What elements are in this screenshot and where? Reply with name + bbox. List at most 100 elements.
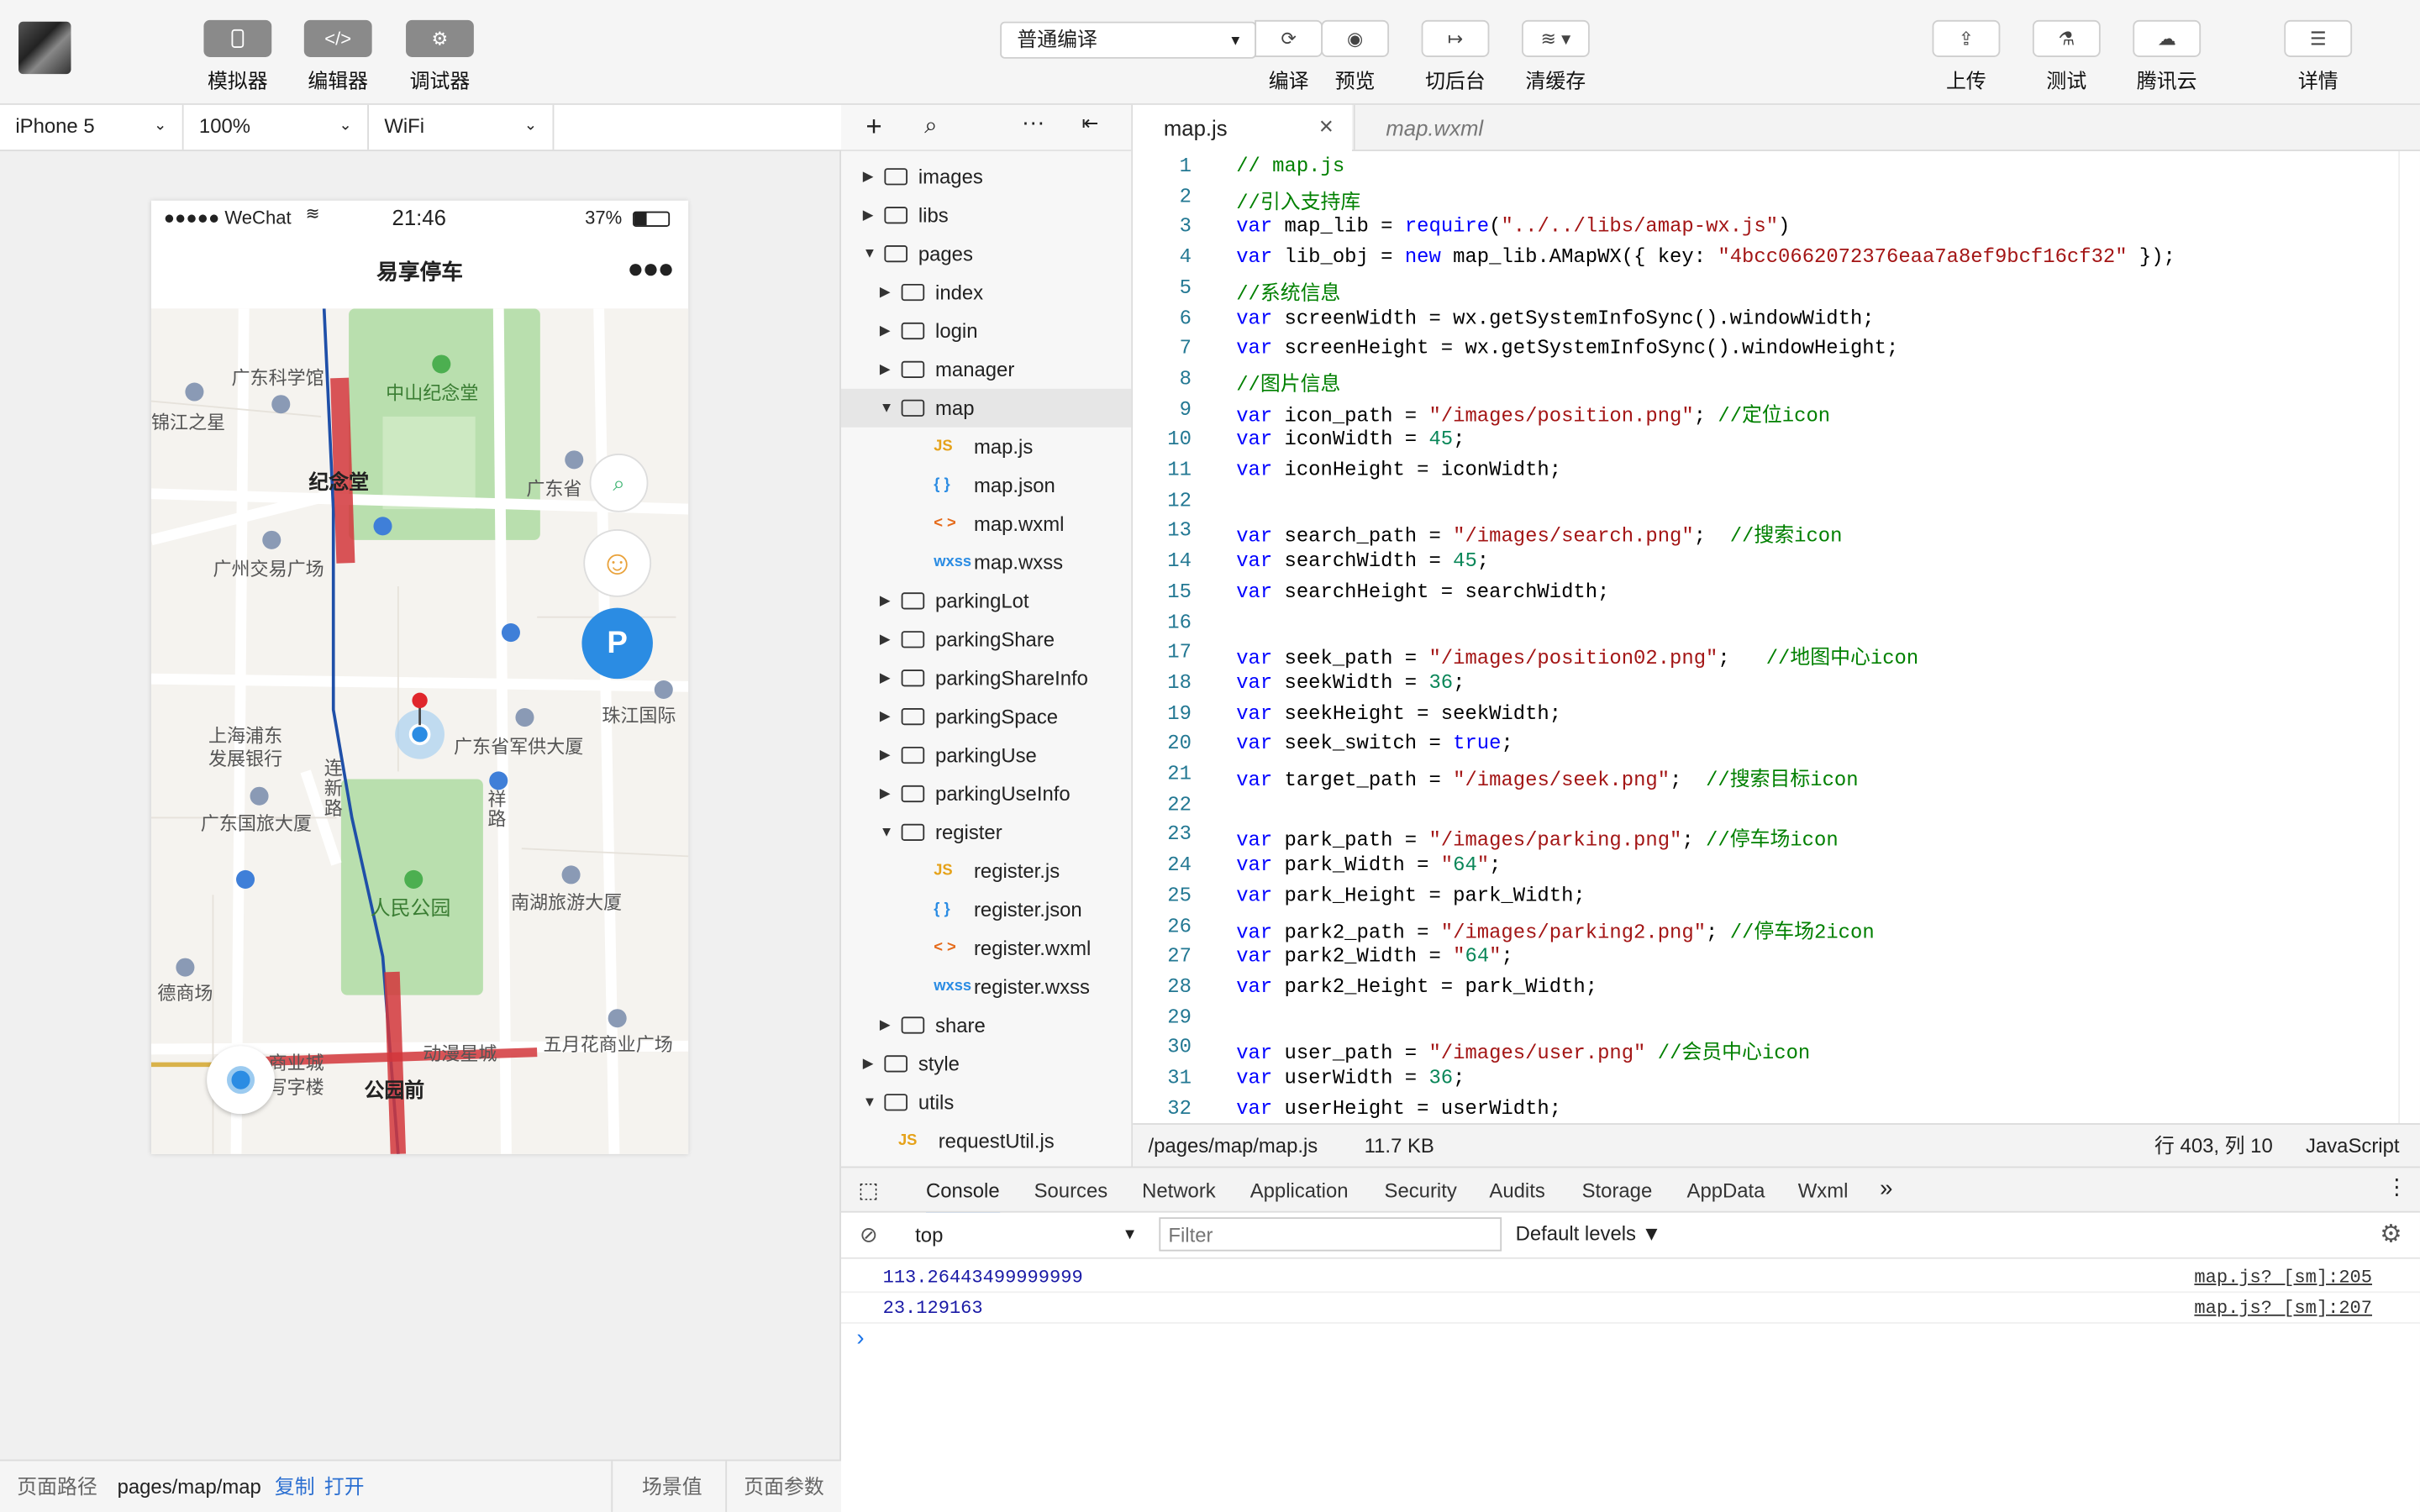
filter-input[interactable] xyxy=(1159,1217,1502,1252)
search-map-button[interactable]: ⌕ xyxy=(589,453,649,512)
collapse-icon[interactable]: ⇤ xyxy=(1082,111,1099,135)
tree-folder[interactable]: ▶ parkingShareInfo xyxy=(841,659,1131,697)
chevron-down-icon[interactable]: ▼ xyxy=(863,1083,876,1121)
more-menu-button[interactable]: ●●● xyxy=(627,253,674,286)
chevron-down-icon[interactable]: ▼ xyxy=(880,389,893,428)
parking-button[interactable]: P xyxy=(581,607,653,680)
kebab-menu-icon[interactable]: ⋮ xyxy=(2386,1174,2408,1200)
tree-file[interactable]: JS requestUtil.js xyxy=(841,1121,1131,1160)
test-button[interactable]: ⚗ 测试 xyxy=(2032,19,2101,94)
tree-folder[interactable]: ▶ index xyxy=(841,273,1131,312)
tree-file[interactable]: { } register.json xyxy=(841,890,1131,929)
copy-path-link[interactable]: 复制 xyxy=(275,1461,315,1512)
log-source-link[interactable]: map.js? [sm]:205 xyxy=(2194,1262,2372,1293)
device-select[interactable]: iPhone 5 ⌄ xyxy=(0,104,184,150)
close-icon[interactable]: × xyxy=(1319,105,1334,151)
language-mode[interactable]: JavaScript xyxy=(2306,1125,2399,1167)
simulator-button[interactable]: 模拟器 xyxy=(203,19,272,94)
chevron-right-icon[interactable]: ▶ xyxy=(880,620,891,659)
tree-folder[interactable]: ▶ parkingShare xyxy=(841,620,1131,659)
chevron-right-icon[interactable]: ▶ xyxy=(880,736,891,774)
tab-console[interactable]: Console xyxy=(926,1168,1000,1216)
chevron-down-icon[interactable]: ▼ xyxy=(863,234,876,273)
tree-file[interactable]: < > map.wxml xyxy=(841,505,1131,543)
gear-icon[interactable]: ⚙ xyxy=(2380,1219,2402,1250)
tree-file[interactable]: < > register.wxml xyxy=(841,929,1131,968)
editor-scrollbar[interactable] xyxy=(2398,150,2420,1124)
chevron-right-icon[interactable]: ▶ xyxy=(880,659,891,697)
tab-appdata[interactable]: AppData xyxy=(1687,1168,1765,1212)
tree-folder[interactable]: ▶ parkingLot xyxy=(841,581,1131,620)
scene-value-button[interactable]: 场景值 xyxy=(611,1461,731,1512)
tree-folder[interactable]: ▼ register xyxy=(841,813,1131,852)
editor-button[interactable]: </> 编辑器 xyxy=(303,19,372,94)
compile-mode-select[interactable]: 普通编译 ▼ xyxy=(1000,21,1257,59)
tree-folder[interactable]: ▶ parkingUseInfo xyxy=(841,774,1131,813)
chevron-right-icon[interactable]: ▶ xyxy=(863,157,874,196)
upload-button[interactable]: ⇪ 上传 xyxy=(1932,19,2001,94)
map-view[interactable]: 广东科学馆 锦江之星 中山纪念堂 纪念堂 广东省 广州交易广场 珠江国际 上海浦… xyxy=(150,308,689,1154)
details-button[interactable]: ☰ 详情 xyxy=(2284,19,2353,94)
more-icon[interactable]: ··· xyxy=(1022,109,1045,135)
tencent-cloud-button[interactable]: ☁ 腾讯云 xyxy=(2133,19,2202,94)
tab-wxml[interactable]: Wxml xyxy=(1798,1168,1849,1212)
network-select[interactable]: WiFi ⌄ xyxy=(369,104,555,150)
page-params-button[interactable]: 页面参数 xyxy=(725,1461,841,1512)
debugger-button[interactable]: ⚙ 调试器 xyxy=(406,19,474,94)
chevron-down-icon[interactable]: ▼ xyxy=(880,813,893,852)
tree-folder[interactable]: ▼ utils xyxy=(841,1083,1131,1121)
background-button[interactable]: ↦ 切后台 xyxy=(1421,19,1490,94)
zoom-select[interactable]: 100% ⌄ xyxy=(184,104,369,150)
tab-storage[interactable]: Storage xyxy=(1582,1168,1653,1212)
chevron-right-icon[interactable]: ▶ xyxy=(880,774,891,813)
clear-console-icon[interactable]: ⊘ xyxy=(860,1222,878,1248)
tab-sources[interactable]: Sources xyxy=(1034,1168,1108,1212)
log-levels-select[interactable]: Default levels ▼ xyxy=(1516,1222,1662,1246)
chevron-right-icon[interactable]: ▶ xyxy=(880,1006,891,1045)
tab-network[interactable]: Network xyxy=(1142,1168,1216,1212)
log-source-link[interactable]: map.js? [sm]:207 xyxy=(2194,1293,2372,1324)
chevron-right-icon[interactable]: ▶ xyxy=(880,581,891,620)
chevron-right-icon[interactable]: ▶ xyxy=(880,312,891,350)
tree-folder[interactable]: ▶ login xyxy=(841,312,1131,350)
tab-security[interactable]: Security xyxy=(1385,1168,1457,1212)
add-file-icon[interactable]: + xyxy=(865,111,881,144)
tab-map-wxml[interactable]: map.wxml xyxy=(1353,104,1573,151)
tree-file[interactable]: JS map.js xyxy=(841,428,1131,466)
tree-folder[interactable]: ▶ images xyxy=(841,157,1131,196)
open-path-link[interactable]: 打开 xyxy=(324,1461,365,1512)
user-center-button[interactable]: ☺ xyxy=(583,528,652,597)
avatar[interactable] xyxy=(18,21,71,75)
tree-item-label: map.js xyxy=(973,434,1034,459)
more-tabs-button[interactable]: » xyxy=(1880,1168,1892,1210)
compile-button[interactable]: ⟳ 编译 xyxy=(1255,19,1323,94)
clear-cache-button[interactable]: ≋ ▾ 清缓存 xyxy=(1521,19,1590,94)
code-editor[interactable]: 1 2 3 4 5 6 7 8 9 10 11 12 13 14 15 16 17 18 19 20 21 22 23 24 2… xyxy=(1133,150,2420,1124)
tree-folder[interactable]: ▶ parkingSpace xyxy=(841,697,1131,736)
chevron-right-icon[interactable]: ▶ xyxy=(880,697,891,736)
tab-map-js[interactable]: map.js × xyxy=(1133,104,1352,151)
tree-folder[interactable]: ▼ pages xyxy=(841,234,1131,273)
tree-folder[interactable]: ▶ share xyxy=(841,1006,1131,1045)
tree-folder[interactable]: ▶ manager xyxy=(841,350,1131,389)
chevron-right-icon[interactable]: ▶ xyxy=(880,350,891,389)
tree-folder[interactable]: ▶ parkingUse xyxy=(841,736,1131,774)
search-icon[interactable]: ⌕ xyxy=(924,113,937,139)
inspect-icon[interactable]: ⬚ xyxy=(858,1177,878,1203)
tree-folder[interactable]: ▶ libs xyxy=(841,196,1131,234)
chevron-right-icon[interactable]: ▶ xyxy=(863,1044,874,1083)
tab-application[interactable]: Application xyxy=(1250,1168,1349,1212)
chevron-right-icon[interactable]: ▶ xyxy=(863,196,874,234)
tab-audits[interactable]: Audits xyxy=(1489,1168,1544,1212)
preview-button[interactable]: ◉ 预览 xyxy=(1321,19,1390,94)
console-prompt[interactable]: › xyxy=(856,1326,864,1352)
context-select[interactable]: top ▼ xyxy=(906,1219,1137,1252)
tree-file[interactable]: { } map.json xyxy=(841,466,1131,505)
locate-button[interactable] xyxy=(207,1046,275,1115)
tree-file[interactable]: wxss register.wxss xyxy=(841,968,1131,1006)
chevron-right-icon[interactable]: ▶ xyxy=(880,273,891,312)
tree-folder[interactable]: ▼ map xyxy=(841,388,1132,428)
tree-file[interactable]: wxss map.wxss xyxy=(841,543,1131,582)
tree-folder[interactable]: ▶ style xyxy=(841,1044,1131,1083)
tree-file[interactable]: JS register.js xyxy=(841,852,1131,890)
